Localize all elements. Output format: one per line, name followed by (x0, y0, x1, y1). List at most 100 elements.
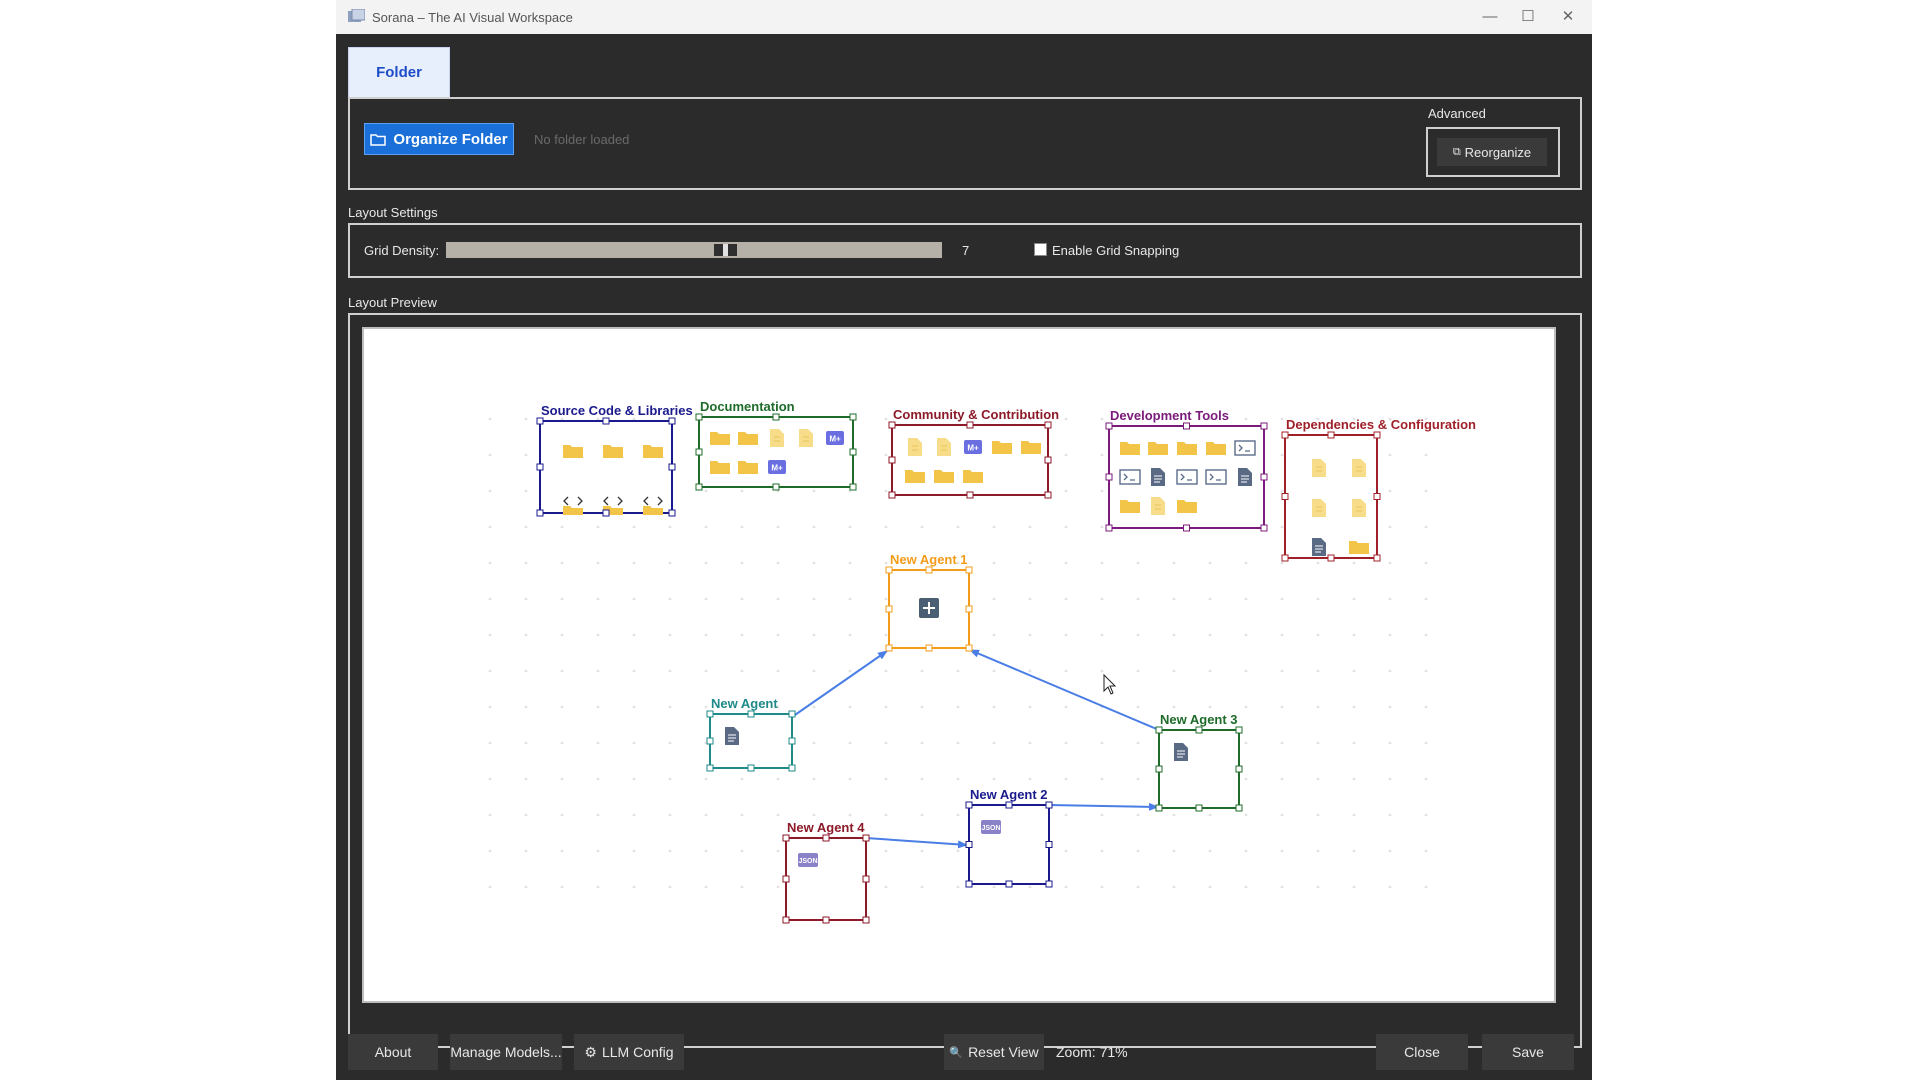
resize-handle[interactable] (925, 644, 933, 652)
resize-handle[interactable] (1373, 431, 1381, 439)
resize-handle[interactable] (668, 463, 676, 471)
node-frame[interactable] (968, 804, 1050, 885)
tab-folder[interactable]: Folder (348, 47, 450, 97)
save-button[interactable]: Save (1482, 1034, 1574, 1070)
resize-handle[interactable] (1044, 491, 1052, 499)
resize-handle[interactable] (1155, 726, 1163, 734)
grid-snapping-checkbox[interactable] (1034, 243, 1047, 256)
resize-handle[interactable] (695, 413, 703, 421)
resize-handle[interactable] (706, 737, 714, 745)
resize-handle[interactable] (1155, 765, 1163, 773)
resize-handle[interactable] (788, 764, 796, 772)
resize-handle[interactable] (888, 456, 896, 464)
resize-handle[interactable] (965, 841, 973, 848)
resize-handle[interactable] (1045, 801, 1053, 809)
resize-handle[interactable] (772, 413, 780, 421)
node-frame[interactable] (1158, 729, 1240, 809)
slider-handle[interactable] (714, 244, 723, 256)
resize-handle[interactable] (668, 417, 676, 425)
minimize-icon[interactable]: — (1472, 6, 1508, 28)
node-frame[interactable] (1284, 434, 1378, 559)
resize-handle[interactable] (788, 710, 796, 718)
resize-handle[interactable] (1183, 524, 1190, 532)
resize-handle[interactable] (965, 880, 973, 888)
resize-handle[interactable] (965, 605, 973, 613)
resize-handle[interactable] (1044, 456, 1052, 464)
resize-handle[interactable] (1281, 554, 1289, 562)
resize-handle[interactable] (602, 417, 610, 425)
agent-a1[interactable]: New Agent 1 (885, 552, 973, 652)
resize-handle[interactable] (965, 566, 973, 574)
resize-handle[interactable] (706, 710, 714, 718)
resize-handle[interactable] (1005, 880, 1013, 888)
resize-handle[interactable] (782, 875, 790, 883)
resize-handle[interactable] (1045, 841, 1053, 848)
agent-a3[interactable]: New Agent 3 (1155, 712, 1243, 812)
group-com[interactable]: Community & Contribution M+ (888, 407, 1059, 499)
resize-handle[interactable] (885, 605, 893, 613)
resize-handle[interactable] (602, 509, 610, 517)
resize-handle[interactable] (1260, 473, 1268, 481)
resize-handle[interactable] (822, 916, 830, 924)
reset-view-button[interactable]: 🔍 Reset View (944, 1034, 1044, 1070)
grid-snapping-label[interactable]: Enable Grid Snapping (1052, 243, 1179, 258)
about-button[interactable]: About (348, 1034, 438, 1070)
resize-handle[interactable] (1183, 422, 1190, 430)
resize-handle[interactable] (536, 417, 544, 425)
slider-handle-right[interactable] (728, 244, 737, 256)
resize-handle[interactable] (695, 483, 703, 491)
llm-config-button[interactable]: ⚙ LLM Config (574, 1034, 684, 1070)
resize-handle[interactable] (966, 421, 974, 429)
resize-handle[interactable] (862, 834, 870, 842)
resize-handle[interactable] (849, 483, 857, 491)
resize-handle[interactable] (772, 483, 780, 491)
resize-handle[interactable] (788, 737, 796, 745)
resize-handle[interactable] (885, 566, 893, 574)
resize-handle[interactable] (965, 644, 973, 652)
resize-handle[interactable] (747, 710, 755, 718)
group-dev[interactable]: Development Tools (1105, 408, 1268, 532)
resize-handle[interactable] (1044, 421, 1052, 429)
resize-handle[interactable] (862, 875, 870, 883)
resize-handle[interactable] (1235, 726, 1243, 734)
close-button[interactable]: Close (1376, 1034, 1468, 1070)
grid-density-slider[interactable] (446, 242, 942, 258)
resize-handle[interactable] (888, 421, 896, 429)
resize-handle[interactable] (1373, 493, 1381, 500)
node-frame[interactable] (709, 713, 793, 769)
title-bar[interactable]: Sorana – The AI Visual Workspace — ☐ ✕ (336, 0, 1592, 35)
resize-handle[interactable] (965, 801, 973, 809)
resize-handle[interactable] (1005, 801, 1013, 809)
resize-handle[interactable] (1045, 880, 1053, 888)
organize-folder-button[interactable]: Organize Folder (364, 123, 514, 155)
resize-handle[interactable] (1235, 765, 1243, 773)
resize-handle[interactable] (1155, 804, 1163, 812)
canvas-svg[interactable]: Source Code & Libraries Documentation M+ M+… (364, 329, 1554, 1001)
layout-canvas[interactable]: Source Code & Libraries Documentation M+ M+… (362, 327, 1556, 1003)
resize-handle[interactable] (782, 916, 790, 924)
resize-handle[interactable] (885, 644, 893, 652)
reorganize-button[interactable]: ⧉ Reorganize (1437, 138, 1547, 166)
resize-handle[interactable] (1327, 554, 1335, 562)
manage-models-button[interactable]: Manage Models... (450, 1034, 562, 1070)
resize-handle[interactable] (1105, 524, 1113, 532)
resize-handle[interactable] (1105, 422, 1113, 430)
resize-handle[interactable] (1105, 473, 1113, 481)
resize-handle[interactable] (849, 448, 857, 456)
resize-handle[interactable] (1281, 431, 1289, 439)
resize-handle[interactable] (706, 764, 714, 772)
node-frame[interactable] (698, 416, 854, 488)
resize-handle[interactable] (747, 764, 755, 772)
resize-handle[interactable] (925, 566, 933, 574)
resize-handle[interactable] (536, 509, 544, 517)
resize-handle[interactable] (1327, 431, 1335, 439)
resize-handle[interactable] (1281, 493, 1289, 500)
resize-handle[interactable] (966, 491, 974, 499)
resize-handle[interactable] (1195, 804, 1203, 812)
resize-handle[interactable] (1260, 524, 1268, 532)
resize-handle[interactable] (1195, 726, 1203, 734)
resize-handle[interactable] (1373, 554, 1381, 562)
resize-handle[interactable] (668, 509, 676, 517)
resize-handle[interactable] (695, 448, 703, 456)
resize-handle[interactable] (862, 916, 870, 924)
